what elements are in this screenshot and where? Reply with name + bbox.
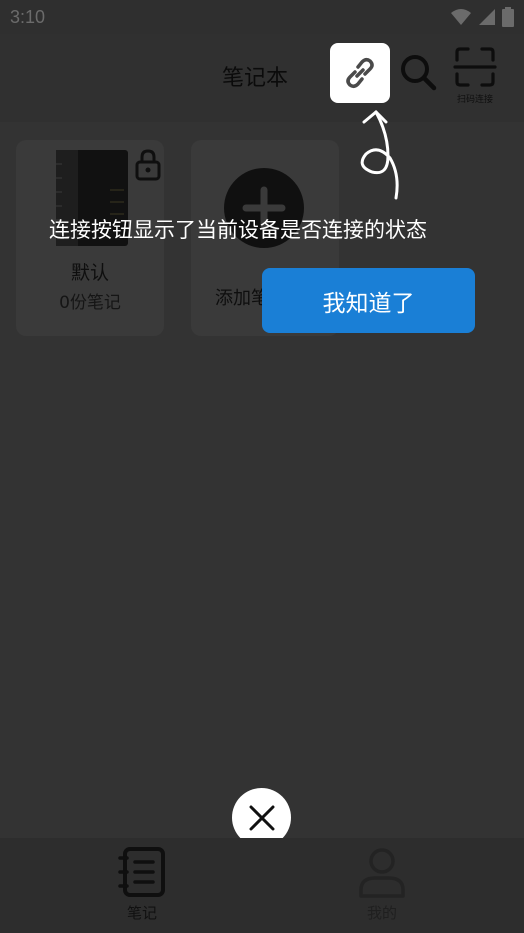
search-button[interactable] — [398, 52, 438, 92]
status-time: 3:10 — [10, 7, 46, 27]
notebook-count: 0份笔记 — [59, 293, 121, 313]
search-icon — [401, 55, 437, 91]
lock-icon — [135, 149, 161, 181]
status-bar: 3:10 — [0, 0, 524, 34]
close-icon — [249, 805, 274, 830]
scan-connect-button[interactable]: 扫码连接 — [452, 46, 498, 105]
wifi-icon — [451, 9, 471, 25]
got-it-button[interactable]: 我知道了 — [262, 268, 475, 333]
signal-icon — [479, 9, 495, 25]
scan-icon — [453, 47, 497, 87]
bottom-nav: 笔记 我的 — [0, 838, 524, 933]
tab-notes[interactable]: 笔记 — [11, 838, 273, 933]
link-icon — [346, 57, 374, 89]
scan-label: 扫码连接 — [456, 95, 493, 105]
notebook-name: 默认 — [70, 262, 109, 284]
tab-me-label: 我的 — [366, 904, 397, 922]
connection-link-button[interactable] — [330, 43, 390, 103]
coach-tip-text: 连接按钮显示了当前设备是否连接的状态 — [49, 218, 427, 242]
status-icons — [450, 7, 514, 27]
profile-tab-icon — [359, 848, 405, 898]
tab-me[interactable]: 我的 — [251, 838, 513, 933]
curly-arrow-icon — [360, 110, 399, 200]
tab-notes-label: 笔记 — [126, 904, 157, 922]
battery-icon — [502, 7, 514, 27]
notes-tab-icon — [118, 847, 165, 897]
page-title: 笔记本 — [222, 66, 289, 91]
